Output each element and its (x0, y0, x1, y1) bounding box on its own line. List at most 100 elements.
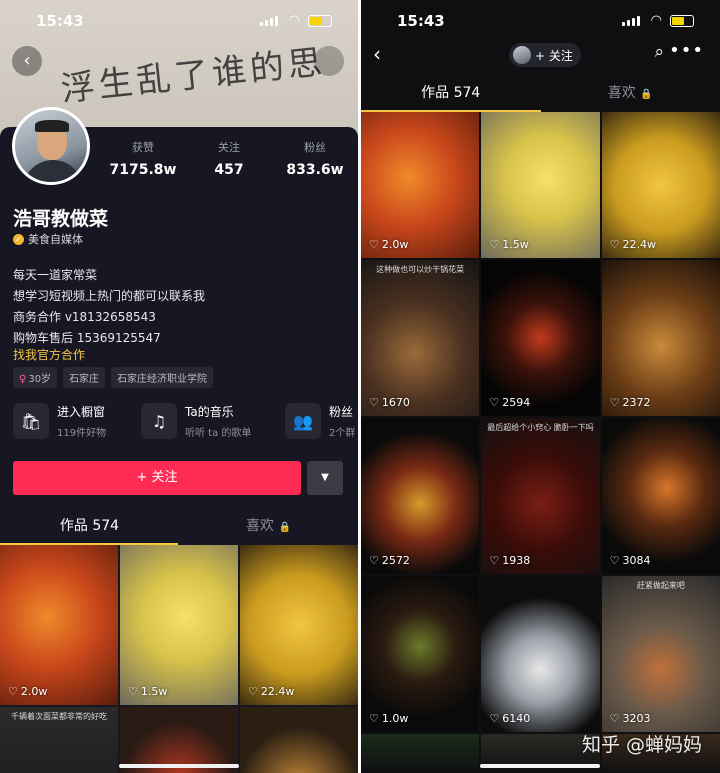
status-bar: 15:43 ◠ (361, 0, 720, 40)
video-thumbnail[interactable]: 最后超给个小窍心 脆卧一下吗 ♡ 1938 (481, 418, 600, 574)
back-button[interactable]: ‹ (12, 46, 42, 76)
stat-followers[interactable]: 粉丝 833.6w (272, 139, 358, 178)
avatar[interactable] (12, 107, 90, 185)
works-screen: 15:43 ◠ ‹ + 关注 ⌕ ••• 作品 574 喜欢 🔒 ♡ 2.0w ♡ 1… (361, 0, 720, 773)
heart-icon: ♡ (609, 238, 620, 251)
video-caption: 这种做也可以炒干锅花菜 (376, 265, 465, 274)
tag-age[interactable]: ♀ 30岁 (13, 367, 58, 388)
video-caption: 赶紧做起来吧 (636, 581, 685, 590)
profile-tags: ♀ 30岁 石家庄 石家庄经济职业学院 (13, 367, 214, 388)
verified-icon: ✓ (13, 233, 24, 245)
video-thumbnail[interactable]: ♡ 2594 (481, 260, 600, 416)
avatar (513, 46, 531, 64)
more-icon[interactable]: ••• (669, 40, 704, 61)
profile-tabs: 作品 574 喜欢 🔒 (0, 509, 358, 545)
lock-icon: 🔒 (640, 89, 653, 100)
heart-icon: ♡ (128, 685, 138, 698)
video-thumbnail[interactable]: ♡ 1.5w (481, 112, 600, 258)
like-count: ♡ 2594 (489, 396, 530, 409)
video-thumbnail[interactable]: ♡ 22.4w (601, 112, 720, 258)
video-grid: ♡ 2.0w ♡ 1.5w ♡ 22.4w 千辆着次面菜都非常的好吃 (0, 545, 358, 773)
feature-music[interactable]: ♫ Ta的音乐 听听 ta 的歌单 (141, 403, 251, 439)
tag-school[interactable]: 石家庄经济职业学院 (111, 367, 214, 388)
video-thumbnail[interactable]: ♡ 3084 (601, 418, 720, 574)
bio-line: 想学习短视频上热门的都可以联系我 (13, 289, 206, 303)
official-cooperation-link[interactable]: 找我官方合作 (13, 346, 85, 363)
like-count-value: 3203 (622, 712, 651, 725)
stat-label: 获赞 (132, 141, 154, 154)
top-bar: ‹ + 关注 ⌕ ••• (361, 38, 720, 72)
like-count-value: 22.4w (260, 685, 295, 698)
menu-button[interactable] (314, 46, 344, 76)
like-count-value: 2.0w (381, 238, 409, 251)
heart-icon: ♡ (369, 554, 379, 567)
gender-icon: ♀ (19, 374, 27, 385)
stat-following[interactable]: 关注 457 (186, 139, 272, 178)
tag-city[interactable]: 石家庄 (63, 367, 106, 388)
tab-likes[interactable]: 喜欢 🔒 (179, 509, 358, 545)
video-caption: 最后超给个小窍心 脆卧一下吗 (487, 423, 594, 432)
fans-group-icon: 👥 (285, 403, 321, 439)
feature-title: 进入橱窗 (57, 405, 106, 419)
video-caption: 千辆着次面菜都非常的好吃 (11, 712, 107, 721)
video-thumbnail[interactable]: 赶紧做起来吧 ♡ 3203 (601, 576, 720, 732)
heart-icon: ♡ (489, 712, 500, 725)
video-thumbnail[interactable]: 千辆着次面菜都非常的好吃 (0, 707, 118, 773)
bio-line: 每天一道家常菜 (13, 268, 98, 282)
profile-stats: 获赞 7175.8w 关注 457 粉丝 833.6w (100, 139, 358, 178)
heart-icon: ♡ (369, 712, 379, 725)
like-count: ♡ 2.0w (8, 685, 47, 698)
home-indicator (480, 764, 600, 768)
video-thumbnail[interactable]: 这种做也可以炒干锅花菜 ♡ 1670 (361, 260, 480, 416)
heart-icon: ♡ (609, 554, 620, 567)
video-thumbnail[interactable]: ♡ 2.0w (361, 112, 480, 258)
like-count: ♡ 6140 (489, 712, 530, 725)
search-icon[interactable]: ⌕ (654, 42, 664, 62)
follow-button[interactable]: + 关注 (13, 461, 301, 495)
like-count: ♡ 22.4w (248, 685, 294, 698)
tab-works[interactable]: 作品 574 (0, 509, 179, 545)
tab-works[interactable]: 作品 574 (361, 76, 541, 112)
heart-icon: ♡ (489, 238, 500, 251)
video-thumbnail[interactable]: ♡ 6140 (481, 576, 600, 732)
profile-name: 浩哥教做菜 (13, 208, 109, 230)
video-thumbnail[interactable] (240, 707, 358, 773)
feature-sub: 听听 ta 的歌单 (185, 428, 252, 439)
signal-icon (622, 16, 640, 26)
video-grid: ♡ 2.0w ♡ 1.5w ♡ 22.4w 这种做也可以炒干锅花菜 ♡ 1670 ♡ 2594 ♡ 23… (361, 112, 720, 773)
watermark: 知乎 @蝉妈妈 (581, 734, 702, 756)
like-count-value: 2572 (381, 554, 410, 567)
header-follow-button[interactable]: + 关注 (509, 43, 581, 67)
video-thumbnail[interactable]: ♡ 1.5w (120, 545, 238, 705)
feature-entries: 🛍 进入橱窗 119件好物 ♫ Ta的音乐 听听 ta 的歌单 👥 粉丝 2个群 (13, 403, 358, 447)
banner-handwriting: 浮生乱了谁的思 (59, 42, 328, 110)
heart-icon: ♡ (489, 554, 500, 567)
video-thumbnail[interactable]: ♡ 1.0w (361, 576, 480, 732)
video-thumbnail[interactable] (361, 734, 480, 773)
video-thumbnail[interactable]: ♡ 2572 (361, 418, 480, 574)
stat-value: 457 (214, 162, 244, 178)
heart-icon: ♡ (8, 685, 18, 698)
feature-sub: 2个群 (329, 428, 356, 439)
chevron-down-icon[interactable]: ▼ (307, 461, 343, 495)
status-bar: 15:43 ◠ (0, 0, 358, 40)
feature-fan-group[interactable]: 👥 粉丝 2个群 (285, 403, 355, 439)
video-thumbnail[interactable]: ♡ 22.4w (240, 545, 358, 705)
like-count-value: 3084 (622, 554, 651, 567)
feature-shop-window[interactable]: 🛍 进入橱窗 119件好物 (13, 403, 106, 439)
like-count: ♡ 1.0w (369, 712, 408, 725)
battery-icon (670, 15, 694, 27)
stat-likes[interactable]: 获赞 7175.8w (100, 139, 186, 178)
tab-likes[interactable]: 喜欢 🔒 (541, 76, 720, 112)
like-count: ♡ 3084 (610, 554, 651, 567)
lock-icon: 🔒 (278, 522, 291, 533)
video-thumbnail[interactable]: ♡ 2.0w (0, 545, 118, 705)
verification-label: 美食自媒体 (28, 233, 83, 246)
like-count-value: 1938 (502, 554, 531, 567)
stat-value: 833.6w (286, 162, 344, 178)
like-count-value: 1.5w (140, 685, 168, 698)
like-count-value: 2594 (502, 396, 531, 409)
back-icon[interactable]: ‹ (373, 42, 381, 66)
video-thumbnail[interactable]: ♡ 2372 (601, 260, 720, 416)
feature-title: 粉丝 (329, 405, 354, 419)
